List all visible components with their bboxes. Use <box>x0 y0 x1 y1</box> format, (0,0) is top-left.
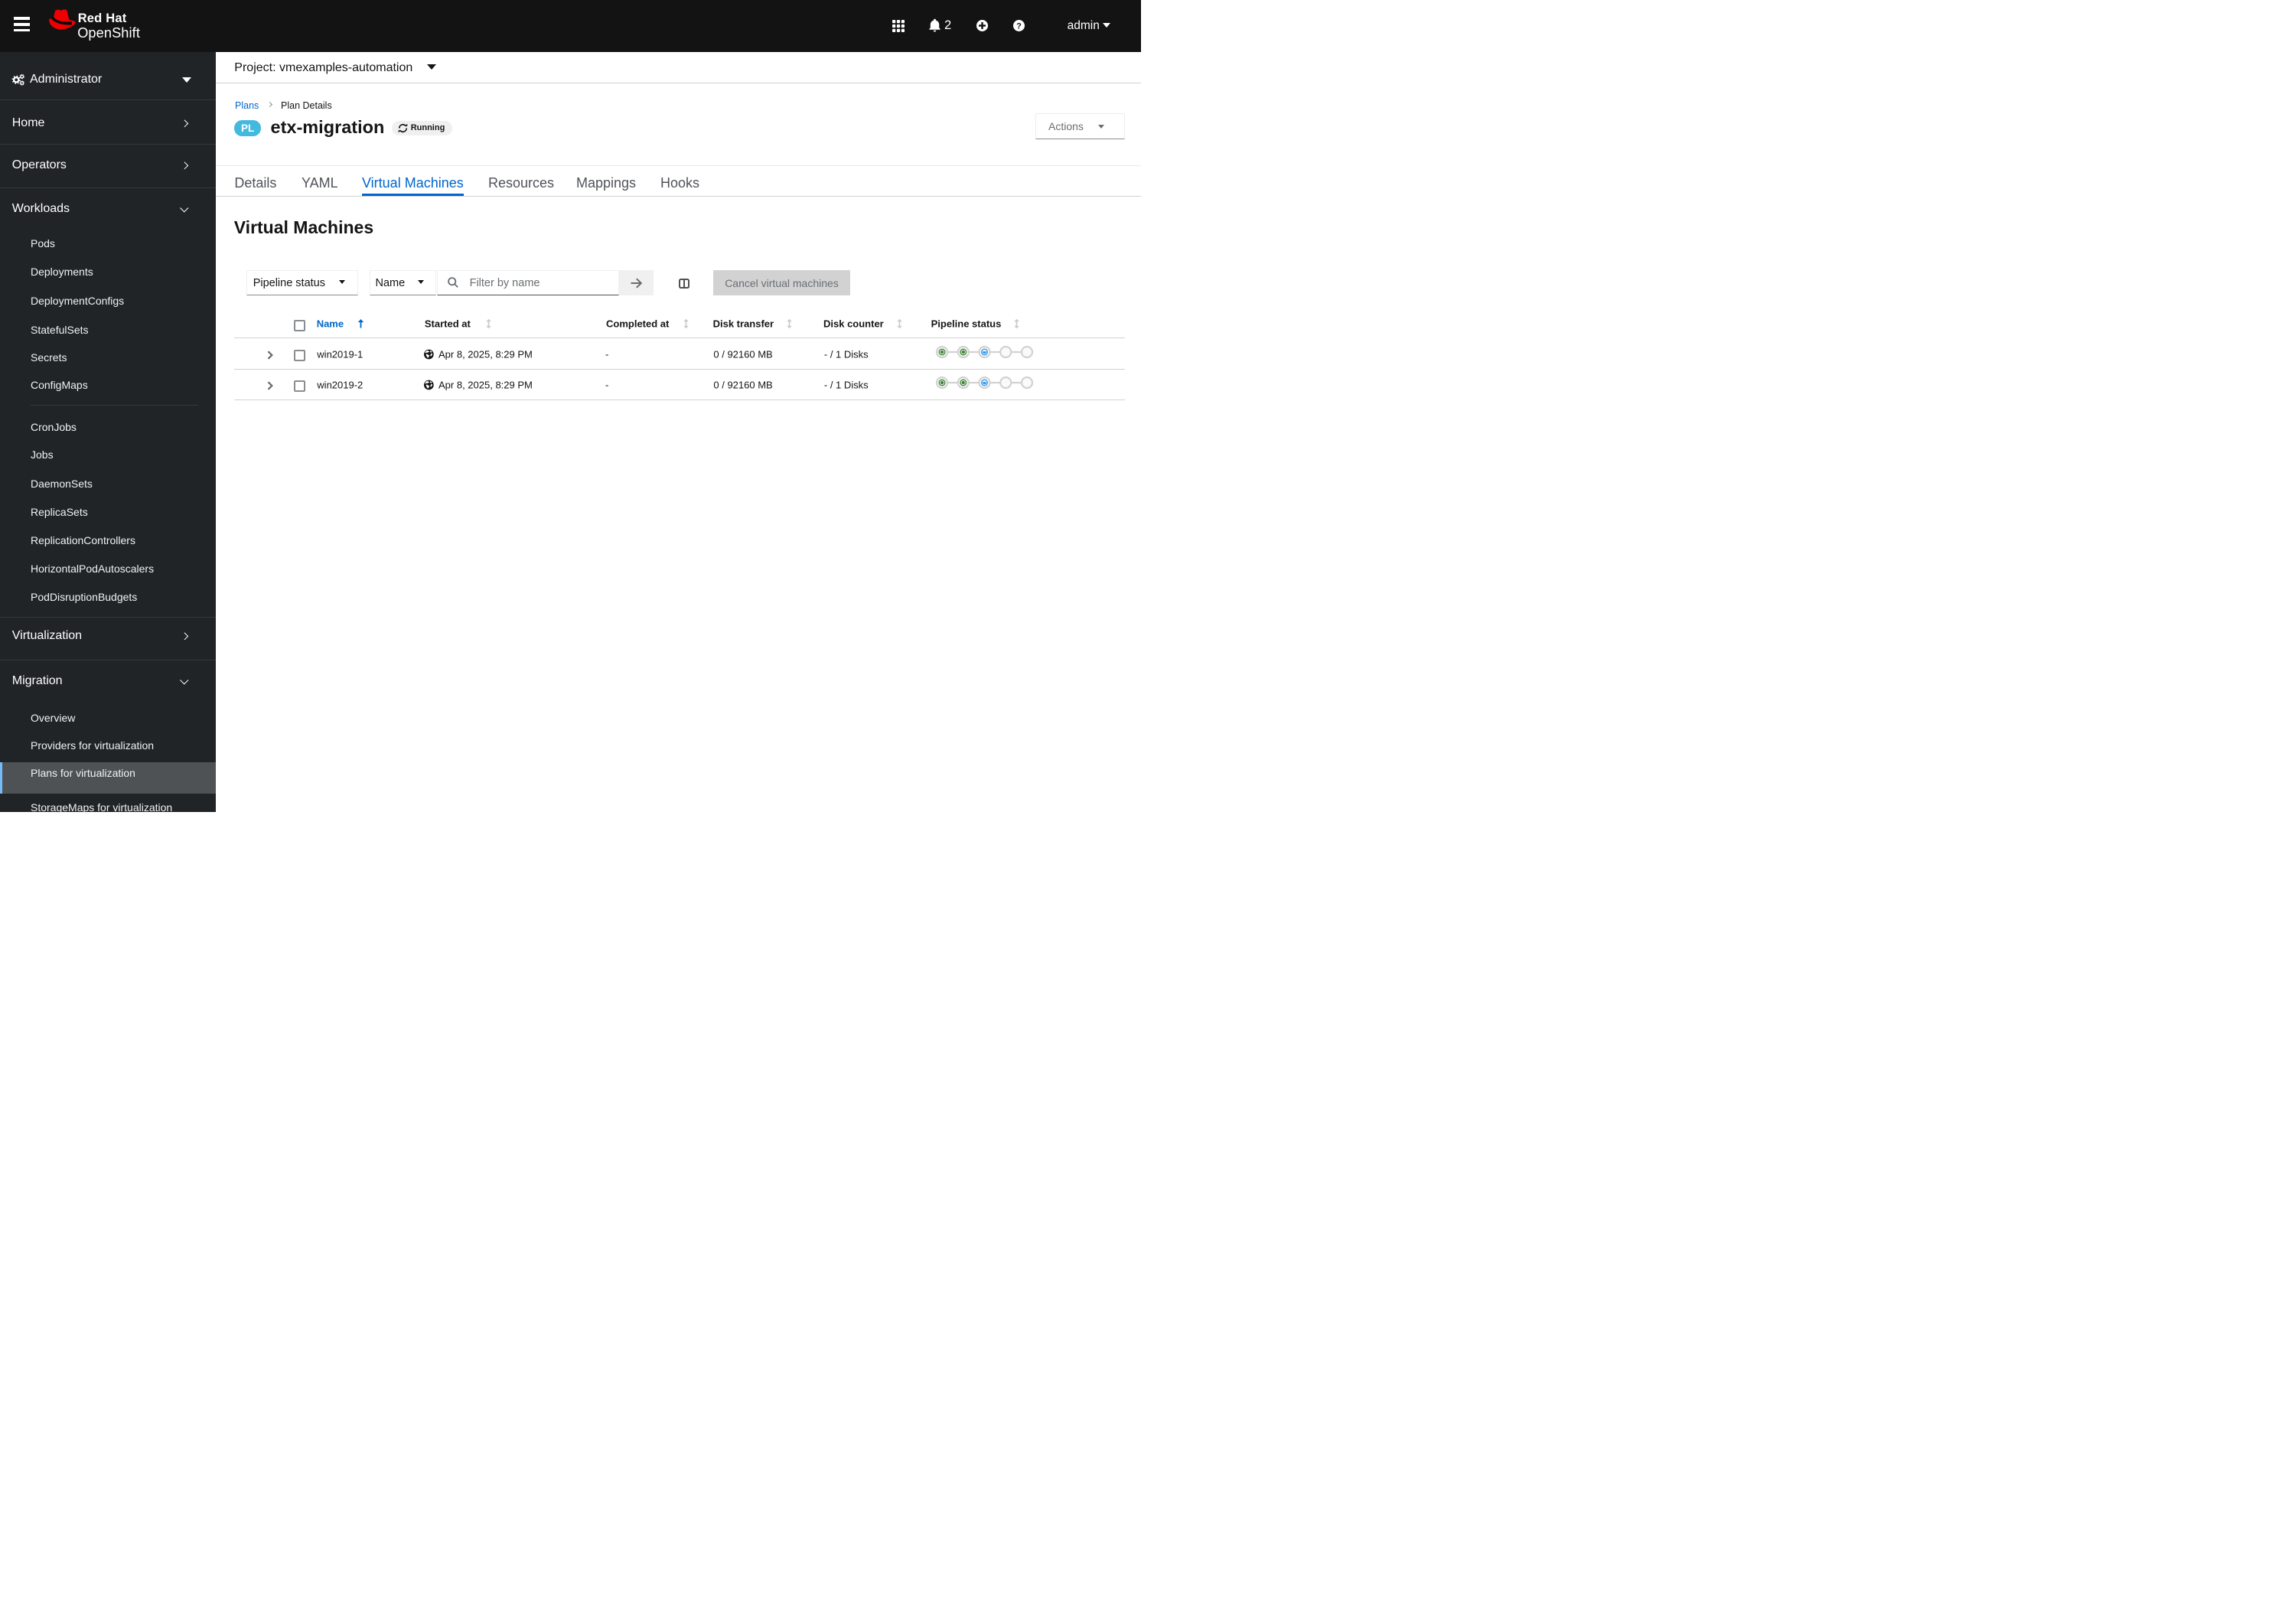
svg-text:?: ? <box>1016 21 1022 31</box>
